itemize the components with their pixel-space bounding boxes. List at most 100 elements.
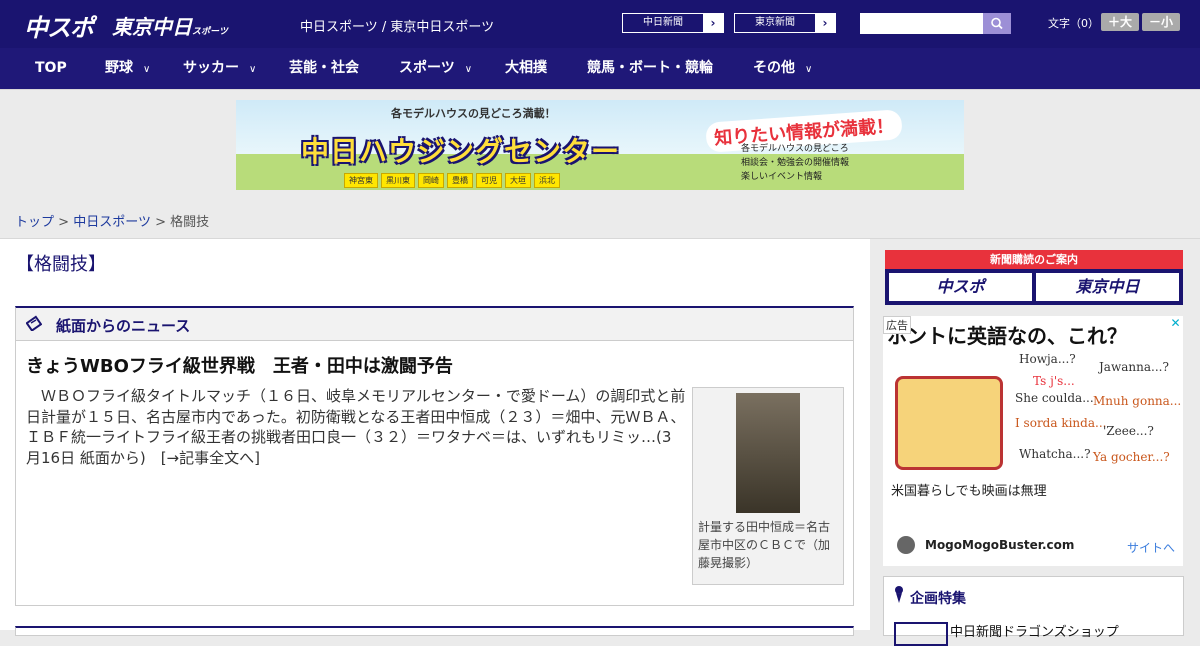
ad-phrase: She coulda... xyxy=(1015,391,1094,405)
ad-phrase: Ya gocher...? xyxy=(1093,450,1170,464)
ad-source: MogoMogoBuster.com xyxy=(925,538,1075,552)
ad-phrase: Mnuh gonna... xyxy=(1093,394,1182,408)
banner-list: 各モデルハウスの見どころ 相談会・勉強会の開催情報 楽しいイベント情報 xyxy=(741,142,849,184)
font-size-label: 文字（0） xyxy=(1048,17,1099,30)
nav-label: その他 xyxy=(753,60,795,76)
tokyo-subscribe-button[interactable]: 東京中日 xyxy=(1036,273,1179,301)
city-tag: 豊橋 xyxy=(447,173,473,188)
banner-list-item: 相談会・勉強会の開催情報 xyxy=(741,158,850,168)
breadcrumb: トップ > 中日スポーツ > 格闘技 xyxy=(15,211,209,230)
news-section: 紙面からのニュース きょうWBOフライ級世界戦 王者・田中は激闘予告 ＷＢＯフラ… xyxy=(15,306,854,606)
nav-label: 芸能・社会 xyxy=(289,60,359,76)
special-features-title: 企画特集 xyxy=(910,591,966,607)
ext-link-label: 中日新聞 xyxy=(643,17,683,28)
close-icon[interactable]: ✕ xyxy=(1168,316,1183,331)
top-bar: 中スポ 東京中日スポーツ 中日スポーツ / 東京中日スポーツ 中日新聞 › 東京… xyxy=(0,0,1200,48)
ad-phrase: Ts j's... xyxy=(1033,374,1075,388)
nav-label: スポーツ xyxy=(399,60,455,76)
next-news-section xyxy=(15,626,854,636)
ad-text[interactable]: 米国暮らしでも映画は無理 xyxy=(891,480,1047,499)
search-button[interactable] xyxy=(983,13,1011,34)
tokyo-logo-text: 東京中日 xyxy=(112,15,192,39)
ad-phrase: I sorda kinda... xyxy=(1015,416,1107,430)
city-tag: 神宮東 xyxy=(344,173,378,188)
chevron-down-icon: ∨ xyxy=(143,64,151,75)
nav-entertainment[interactable]: 芸能・社会 xyxy=(289,48,359,89)
globe-icon xyxy=(897,536,915,554)
city-tag: 大垣 xyxy=(505,173,531,188)
ad-phrase: Howja...? xyxy=(1019,352,1076,366)
main-nav: TOP 野球 ∨ サッカー ∨ 芸能・社会 スポーツ ∨ 大相撲 競馬・ボート・競輪 … xyxy=(0,48,1200,89)
font-bigger-button[interactable]: ＋大 xyxy=(1101,13,1139,31)
special-features-box: 企画特集 中日新聞ドラゴンズショップ xyxy=(883,576,1184,646)
breadcrumb-sep: > xyxy=(58,215,70,230)
housing-center-banner[interactable]: 各モデルハウスの見どころ満載！ 中日ハウジングセンター 知りたい情報が満載！ 各… xyxy=(236,100,964,190)
nav-label: TOP xyxy=(35,60,67,76)
subscription-box: 新聞購読のご案内 中スポ 東京中日 xyxy=(885,250,1183,305)
tokyo-chunichi-logo[interactable]: 東京中日スポーツ xyxy=(112,11,228,40)
article-photo-box: 計量する田中恒成＝名古屋市中区のＣＢＣで（加藤晃撮影） xyxy=(692,387,844,585)
subscription-title: 新聞購読のご案内 xyxy=(885,250,1183,269)
ad-headline: ホントに英語なの、これ？ xyxy=(887,324,1127,348)
search-input[interactable] xyxy=(860,13,983,34)
nav-label: サッカー xyxy=(183,60,239,76)
feature-thumbnail[interactable] xyxy=(894,622,948,646)
nav-label: 競馬・ボート・競輪 xyxy=(587,60,713,76)
font-smaller-button[interactable]: －小 xyxy=(1142,13,1180,31)
newspaper-icon xyxy=(26,315,42,331)
chevron-right-icon: › xyxy=(703,14,723,32)
city-tag: 岡崎 xyxy=(418,173,444,188)
chuspo-subscribe-button[interactable]: 中スポ xyxy=(889,273,1032,301)
search-icon xyxy=(991,17,1003,30)
breadcrumb-sep: > xyxy=(155,215,166,230)
ad-label: 広告 xyxy=(883,316,911,334)
nav-label: 野球 xyxy=(105,60,133,76)
ad-site-link[interactable]: サイトへ xyxy=(1127,539,1175,556)
breadcrumb-current: 格闘技 xyxy=(170,215,210,230)
nav-label: 大相撲 xyxy=(505,60,547,76)
ad-phrase: 'Zeee...? xyxy=(1103,424,1154,438)
nav-keiba[interactable]: 競馬・ボート・競輪 xyxy=(587,48,713,89)
tv-illustration xyxy=(895,376,1003,470)
nav-divider xyxy=(0,89,1200,90)
nav-soccer[interactable]: サッカー ∨ xyxy=(183,48,256,89)
ad-phrase: Jawanna...? xyxy=(1099,360,1169,374)
breadcrumb-top[interactable]: トップ xyxy=(15,215,54,230)
tokyo-shimbun-link[interactable]: 東京新聞 › xyxy=(734,13,836,33)
feature-item[interactable]: 中日新聞ドラゴンズショップ xyxy=(950,621,1119,640)
tokyo-logo-sub: スポーツ xyxy=(192,27,228,37)
sidebar-ad[interactable]: ホントに英語なの、これ？ 広告 ✕ Howja...? Jawanna...? … xyxy=(883,316,1183,566)
news-section-header: 紙面からのニュース xyxy=(16,308,853,341)
ad-phrase: Whatcha...? xyxy=(1019,447,1091,461)
chevron-down-icon: ∨ xyxy=(464,64,473,75)
nav-sports[interactable]: スポーツ ∨ xyxy=(399,48,472,89)
banner-title: 中日ハウジングセンター xyxy=(301,135,621,168)
chevron-down-icon: ∨ xyxy=(249,64,257,75)
nav-baseball[interactable]: 野球 ∨ xyxy=(105,48,150,89)
photo-caption: 計量する田中恒成＝名古屋市中区のＣＢＣで（加藤晃撮影） xyxy=(698,520,831,570)
nav-sumo[interactable]: 大相撲 xyxy=(505,48,547,89)
city-tag: 黒川東 xyxy=(381,173,415,188)
nav-other[interactable]: その他 ∨ xyxy=(753,48,812,89)
banner-cities: 神宮東 黒川東 岡崎 豊橋 可児 大垣 浜北 xyxy=(344,168,563,188)
chevron-down-icon: ∨ xyxy=(805,64,813,75)
banner-list-item: 各モデルハウスの見どころ xyxy=(741,144,849,154)
banner-tagline: 各モデルハウスの見どころ満載！ xyxy=(391,107,556,120)
news-section-title: 紙面からのニュース xyxy=(56,317,191,335)
article-photo[interactable] xyxy=(736,393,800,513)
ad-image[interactable]: ホントに英語なの、これ？ 広告 ✕ Howja...? Jawanna...? … xyxy=(883,316,1183,472)
chuspo-logo[interactable]: 中スポ xyxy=(24,8,94,43)
article-title[interactable]: きょうWBOフライ級世界戦 王者・田中は激闘予告 xyxy=(26,352,453,378)
page-title: 【格闘技】 xyxy=(16,254,106,275)
nav-top[interactable]: TOP xyxy=(35,48,67,89)
breadcrumb-section[interactable]: 中日スポーツ xyxy=(73,215,151,230)
site-title: 中日スポーツ / 東京中日スポーツ xyxy=(300,20,495,35)
city-tag: 浜北 xyxy=(534,173,560,188)
city-tag: 可児 xyxy=(476,173,502,188)
article-summary[interactable]: ＷＢＯフライ級タイトルマッチ（１６日、岐阜メモリアルセンター・で愛ドーム）の調印… xyxy=(26,386,686,468)
chunichi-shimbun-link[interactable]: 中日新聞 › xyxy=(622,13,724,33)
ribbon-icon xyxy=(895,586,903,603)
chevron-right-icon: › xyxy=(815,14,835,32)
ext-link-label: 東京新聞 xyxy=(755,17,795,28)
banner-list-item: 楽しいイベント情報 xyxy=(741,172,823,182)
